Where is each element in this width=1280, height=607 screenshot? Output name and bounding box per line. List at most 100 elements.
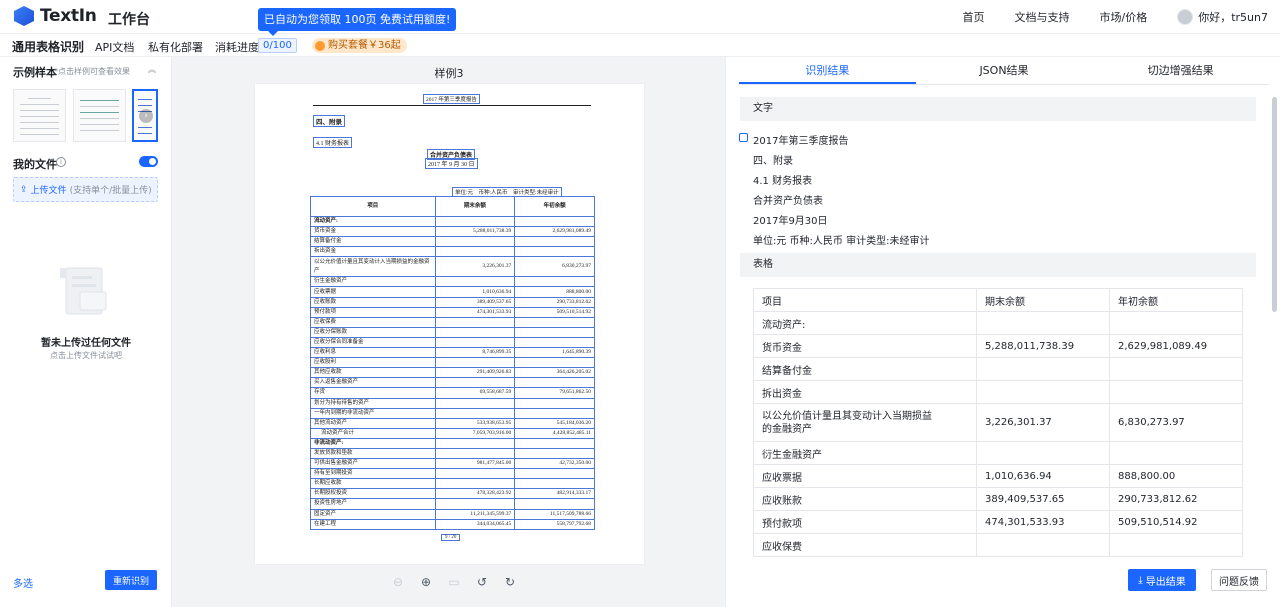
result-table-cell[interactable]: 预付款项 [753,510,977,534]
result-table-cell[interactable]: 衍生金融资产 [753,441,977,465]
doc-table-cell [434,377,516,389]
result-table-cell[interactable]: 389,409,537.65 [976,487,1110,511]
text-line-2[interactable]: 四、附录 [753,152,793,167]
user-menu[interactable]: 你好，tr5un7 [1177,9,1268,25]
logo[interactable]: TextIn [14,6,97,26]
text-line-3[interactable]: 4.1 财务报表 [753,172,812,187]
result-table-cell[interactable]: 拆出资金 [753,380,977,404]
doc-table-cell [434,437,516,449]
doc-table-cell [514,215,595,228]
rotate-left-icon[interactable]: ↺ [474,575,490,589]
doc-table-cell [434,397,516,409]
result-table-cell[interactable]: 期末余额 [976,288,1110,312]
top-bar: TextIn 工作台 已自动为您领取 100页 免费试用额度! 首页 文档与支持… [0,0,1280,36]
doc-table-cell [434,336,516,349]
sample-thumb-2[interactable] [73,89,126,142]
doc-table-cell: 7,059,703,916.00 [434,427,516,439]
result-table-cell[interactable] [976,380,1110,404]
doc-table-cell [514,478,595,490]
tab-recognition-result[interactable]: 识别结果 [739,57,916,84]
tab-json-result[interactable]: JSON结果 [916,57,1093,84]
doc-table-cell: 存货 [310,387,436,399]
doc-table-cell: 1,645,890.39 [514,347,595,359]
fit-page-icon[interactable]: ▭ [446,575,462,589]
nav-docs[interactable]: 文档与支持 [1015,9,1070,25]
text-line-5[interactable]: 2017年9月30日 [753,212,828,227]
upload-button[interactable]: ⇪ 上传文件 (支持单个/批量上传) [13,177,158,202]
result-table-cell[interactable]: 509,510,514.92 [1109,510,1243,534]
result-table-cell[interactable] [976,441,1110,465]
doc-table-row: 拆出资金 [310,246,595,258]
re-recognize-button[interactable]: 重新识别 [105,570,157,590]
tab-crop-enhance-result[interactable]: 切边增强结果 [1092,57,1269,84]
doc-table-cell: 其他流动资产 [310,417,436,429]
doc-table-cell [434,468,516,480]
doc-table-cell: 应收票据 [310,286,436,298]
result-table-cell[interactable] [976,357,1110,381]
trial-banner: 已自动为您领取 100页 免费试用额度! [258,8,457,36]
result-table-cell[interactable]: 货币资金 [753,334,977,358]
result-table-cell[interactable]: 年初余额 [1109,288,1243,312]
my-files-toggle[interactable] [139,156,158,167]
result-table-cell[interactable]: 应收账款 [753,487,977,511]
results-scrollbar[interactable] [1272,97,1277,312]
multi-select-link[interactable]: 多选 [13,575,33,590]
locate-icon[interactable] [739,133,748,142]
doc-table-cell: 投资性房地产 [310,498,436,510]
result-table-row: 预付款项 474,301,533.93 509,510,514.92 [753,510,1243,534]
result-table-cell[interactable]: 项目 [753,288,977,312]
result-table-cell[interactable]: 3,226,301.37 [976,403,1110,442]
collapse-icon[interactable]: ︽ [148,64,156,75]
doc-table-row: 应收利息 8,746,899.35 1,645,890.39 [310,347,595,359]
nav-home[interactable]: 首页 [963,9,985,25]
result-table-row: 以公允价值计量且其变动计入当期损益的金融资产 3,226,301.37 6,830,… [753,403,1243,442]
result-table-cell[interactable]: 474,301,533.93 [976,510,1110,534]
user-greeting: 你好，tr5un7 [1198,11,1268,24]
info-icon[interactable]: i [56,157,66,167]
result-table-cell[interactable]: 应收保费 [753,533,977,557]
text-line-1[interactable]: 2017年第三季度报告 [753,132,848,147]
next-arrow-icon[interactable]: › [139,109,153,123]
result-table-cell[interactable]: 1,010,636.94 [976,464,1110,488]
feedback-button[interactable]: 问题反馈 [1211,569,1267,591]
doc-table-row: 流动资产: [310,215,595,228]
doc-table-cell [434,215,516,228]
result-table-cell[interactable]: 结算备付金 [753,357,977,381]
text-line-4[interactable]: 合并资产负债表 [753,192,823,207]
result-table-cell[interactable] [1109,533,1243,557]
sample-thumb-1[interactable] [13,89,66,142]
doc-table-cell [434,326,516,338]
nav-market[interactable]: 市场/价格 [1100,9,1148,25]
export-results-button[interactable]: ⤓ 导出结果 [1128,569,1196,591]
result-table-cell[interactable]: 290,733,812.62 [1109,487,1243,511]
result-table-cell[interactable]: 5,288,011,738.39 [976,334,1110,358]
result-table-cell[interactable] [1109,441,1243,465]
rotate-right-icon[interactable]: ↻ [502,575,518,589]
doc-table-row: 非流动资产: [310,437,595,449]
result-table-cell[interactable] [1109,311,1243,335]
result-table-cell[interactable]: 应收票据 [753,464,977,488]
result-table-cell[interactable] [976,311,1110,335]
text-line-6[interactable]: 单位:元 币种:人民币 审计类型:未经审计 [753,232,929,247]
doc-table-cell [434,276,516,288]
result-table-cell[interactable]: 流动资产: [753,311,977,335]
buy-plan-label: 购买套餐￥36起 [328,40,401,51]
sample-thumb-3[interactable]: › [132,89,158,142]
zoom-out-icon[interactable]: ⊖ [390,575,406,589]
doc-table-cell: 533,938,653.95 [434,417,516,429]
zoom-in-icon[interactable]: ⊕ [418,575,434,589]
result-table-cell[interactable]: 以公允价值计量且其变动计入当期损益的金融资产 [753,403,977,442]
doc-table-cell: 344,034,065.45 [434,518,516,530]
result-table-cell[interactable] [976,533,1110,557]
buy-plan-button[interactable]: 购买套餐￥36起 [312,38,407,53]
result-table-cell[interactable] [1109,380,1243,404]
result-table-cell[interactable]: 2,629,981,089.49 [1109,334,1243,358]
result-table-cell[interactable]: 888,800.00 [1109,464,1243,488]
result-table-cell[interactable]: 6,830,273.97 [1109,403,1243,442]
result-table-row: 项目 期末余额 年初余额 [753,288,1243,312]
doc-table-cell: 应收利息 [310,347,436,359]
private-deploy-link[interactable]: 私有化部署 [148,39,203,55]
api-docs-link[interactable]: API文档 [95,39,134,55]
result-table-cell[interactable] [1109,357,1243,381]
doc-table-cell: 389,409,537.65 [434,296,516,308]
